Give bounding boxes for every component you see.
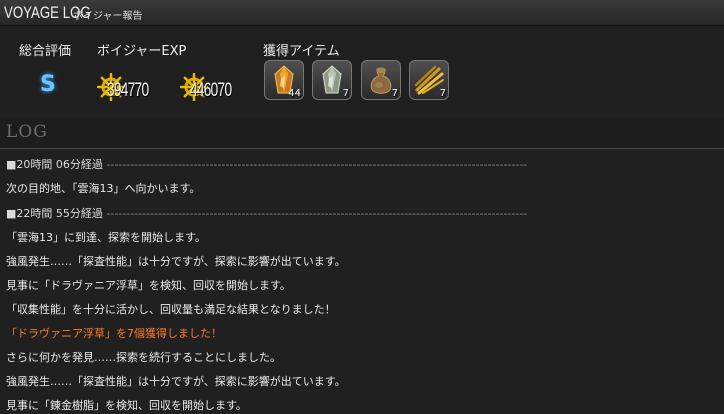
rating-label: 総合評価 (19, 44, 72, 59)
window-subtitle: ボイジャー報告 (73, 11, 143, 22)
reward-item[interactable]: 7 (312, 60, 352, 100)
log-line: 次の目的地、「雲海13」へ向かいます。 (6, 182, 201, 195)
log-line: 強風発生……「探査性能」は十分ですが、探索に影響が出ています。 (6, 375, 346, 388)
reward-item[interactable]: 7 (409, 60, 449, 100)
rating-value: S (40, 72, 56, 97)
log-line: 見事に「ドラヴァニア浮草」を検知、回収を開始します。 (6, 279, 291, 292)
log-line: さらに何かを発見……探索を続行することにしました。 (6, 351, 281, 364)
item-quantity: 7 (391, 88, 398, 99)
log-separator: ----------------------------------------… (106, 158, 528, 171)
log-title: LOG (6, 122, 48, 142)
reward-item[interactable]: 44 (264, 60, 304, 100)
log-header: LOG (0, 118, 724, 149)
log-section-time: ■20時間 06分経過 (6, 158, 103, 171)
log-line: 見事に「錬金樹脂」を検知、回収を開始します。 (6, 399, 247, 412)
title-bar: VOYAGE LOG ボイジャー報告 (0, 0, 724, 26)
log-line-highlight: 「ドラヴァニア浮草」を7個獲得しました！ (6, 327, 222, 340)
exp-entry: 446070 (180, 71, 260, 105)
item-quantity: 7 (342, 88, 349, 99)
items-label: 獲得アイテム (263, 44, 340, 59)
log-line: 「雲海13」に到達、探索を開始します。 (6, 231, 206, 244)
summary-panel: 総合評価 ボイジャーEXP 獲得アイテム S 394770 446070 44 … (0, 26, 724, 118)
exp-value: 446070 (190, 80, 232, 101)
log-list[interactable]: ■20時間 06分経過 ----------------------------… (0, 149, 724, 414)
log-section-line: ■22時間 55分経過 ----------------------------… (6, 205, 527, 221)
reward-item[interactable]: 7 (361, 60, 401, 100)
exp-value: 394770 (107, 80, 149, 101)
log-section-time: ■22時間 55分経過 (6, 207, 103, 220)
log-section-line: ■20時間 06分経過 ----------------------------… (6, 156, 527, 172)
log-separator: ----------------------------------------… (106, 207, 528, 220)
log-line: 強風発生……「探査性能」は十分ですが、探索に影響が出ています。 (6, 255, 346, 268)
log-line: 「収集性能」を十分に活かし、回収量も満足な結果となりました！ (6, 303, 336, 316)
exp-entry: 394770 (97, 71, 177, 105)
item-quantity: 44 (288, 88, 301, 99)
exp-label: ボイジャーEXP (97, 44, 187, 59)
item-quantity: 7 (439, 88, 446, 99)
